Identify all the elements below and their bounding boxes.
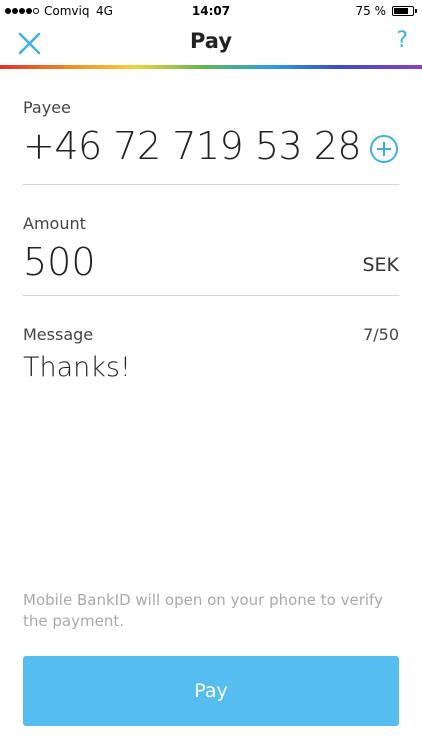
battery-level — [394, 8, 408, 14]
close-x-icon — [18, 32, 41, 55]
payee-input[interactable]: +46 72 719 53 28 — [23, 124, 362, 168]
battery-icon — [392, 6, 417, 16]
status-bar: Comviq 4G 14:07 75 % — [0, 0, 422, 22]
amount-input[interactable]: 500 — [23, 240, 96, 284]
pay-button-label: Pay — [194, 680, 228, 702]
navigation-bar: Pay ? — [0, 22, 422, 65]
bankid-info-text: Mobile BankID will open on your phone to… — [23, 591, 383, 630]
add-contact-button[interactable] — [369, 134, 399, 164]
message-label: Message — [23, 325, 94, 344]
plus-circle-icon — [370, 135, 398, 163]
payee-label: Payee — [23, 98, 71, 117]
page-title: Pay — [189, 29, 233, 53]
rainbow-divider — [0, 65, 422, 69]
divider — [23, 184, 399, 185]
help-button[interactable]: ? — [396, 28, 408, 53]
amount-label: Amount — [23, 214, 86, 233]
close-button[interactable] — [14, 30, 46, 58]
battery-percentage: 75 % — [355, 4, 387, 18]
message-character-counter: 7/50 — [363, 325, 399, 344]
pay-button[interactable]: Pay — [23, 656, 399, 726]
message-input[interactable]: Thanks! — [23, 352, 131, 383]
divider — [23, 295, 399, 296]
currency-label: SEK — [362, 254, 399, 276]
